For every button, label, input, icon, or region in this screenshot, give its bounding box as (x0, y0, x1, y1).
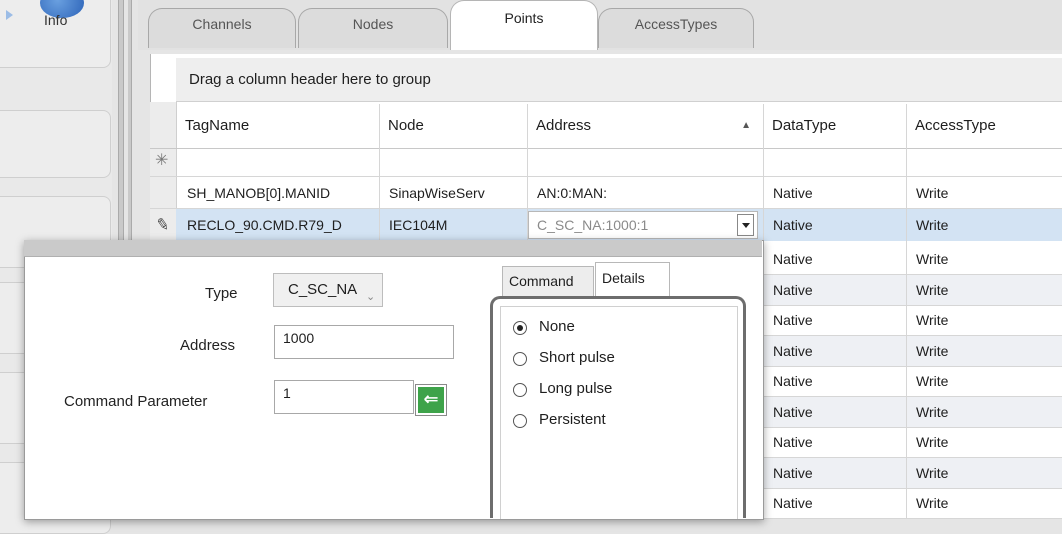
cell-accesstype[interactable]: Write (907, 488, 1061, 518)
tab-label: Points (504, 10, 544, 26)
apply-arrow-button[interactable]: ⇐ (415, 384, 447, 416)
dropdown-arrow-icon[interactable] (737, 214, 754, 236)
cell-accesstype[interactable]: Write (907, 178, 1061, 208)
cell-accesstype[interactable]: Write (907, 275, 1061, 305)
popup-titlebar (24, 240, 762, 257)
cell-datatype[interactable]: Native (764, 336, 906, 366)
cell-address[interactable]: AN:0:MAN: (528, 178, 762, 208)
cell-datatype[interactable]: Native (764, 178, 906, 208)
cell-datatype[interactable]: Native (764, 397, 906, 427)
nav-button-2[interactable] (0, 110, 111, 178)
column-header-tagname[interactable]: TagName (176, 104, 379, 148)
chevron-down-icon: ⌄ (366, 291, 376, 303)
cell-datatype[interactable]: Native (764, 305, 906, 335)
type-select-value: C_SC_NA (288, 281, 358, 298)
column-header-datatype[interactable]: DataType (763, 104, 906, 148)
radio-persistent[interactable] (513, 414, 527, 428)
address-label: Address (180, 337, 236, 354)
header-label: AccessType (915, 117, 996, 134)
header-label: DataType (772, 117, 837, 134)
tab-label: Details (602, 270, 645, 286)
type-label: Type (205, 285, 238, 302)
cell-accesstype[interactable]: Write (907, 210, 1061, 240)
cell-datatype[interactable]: Native (764, 488, 906, 518)
arrow-left-icon: ⇐ (423, 389, 439, 409)
cell-datatype[interactable]: Native (764, 244, 906, 274)
radio-none-label[interactable]: None (539, 318, 575, 335)
cell-node[interactable]: SinapWiseServ (380, 178, 526, 208)
cell-tagname[interactable]: RECLO_90.CMD.R79_D (178, 210, 378, 240)
tab-points[interactable]: Points (450, 0, 598, 50)
column-header-address[interactable]: Address ▲ (527, 104, 763, 148)
radio-long-pulse[interactable] (513, 383, 527, 397)
cell-accesstype[interactable]: Write (907, 336, 1061, 366)
tab-details[interactable]: Details (595, 262, 670, 296)
col-divider (906, 104, 907, 518)
tab-label: Command (509, 273, 574, 289)
nav-arrow-icon (6, 10, 13, 20)
tab-channels[interactable]: Channels (148, 8, 296, 48)
cell-accesstype[interactable]: Write (907, 305, 1061, 335)
sort-ascending-icon: ▲ (741, 120, 751, 131)
cell-accesstype[interactable]: Write (907, 397, 1061, 427)
command-parameter-label: Command Parameter (64, 393, 208, 410)
info-label: Info (44, 12, 68, 28)
cell-accesstype[interactable]: Write (907, 427, 1061, 457)
new-row-icon: ✳ (155, 152, 169, 169)
cell-datatype[interactable]: Native (764, 458, 906, 488)
tab-accesstypes[interactable]: AccessTypes (598, 8, 754, 48)
address-combo[interactable]: C_SC_NA:1000:1 (528, 211, 758, 239)
col-divider (527, 104, 528, 240)
address-field[interactable]: 1000 (274, 325, 454, 359)
column-header-node[interactable]: Node (379, 104, 527, 148)
column-header-accesstype[interactable]: AccessType (906, 104, 1062, 148)
radio-short-pulse-label[interactable]: Short pulse (539, 349, 615, 366)
cell-datatype[interactable]: Native (764, 275, 906, 305)
group-panel[interactable]: Drag a column header here to group (176, 58, 1062, 102)
cell-datatype[interactable]: Native (764, 210, 906, 240)
tab-label: Channels (192, 16, 252, 32)
radio-none[interactable] (513, 321, 527, 335)
radio-long-pulse-label[interactable]: Long pulse (539, 380, 612, 397)
radio-short-pulse[interactable] (513, 352, 527, 366)
cell-node[interactable]: IEC104M (380, 210, 526, 240)
cell-accesstype[interactable]: Write (907, 458, 1061, 488)
cell-accesstype[interactable]: Write (907, 244, 1061, 274)
header-label: Node (388, 117, 424, 134)
cell-datatype[interactable]: Native (764, 427, 906, 457)
radio-persistent-label[interactable]: Persistent (539, 411, 606, 428)
pulse-options-panel (500, 306, 738, 519)
header-label: Address (536, 117, 592, 134)
tab-command[interactable]: Command (502, 266, 594, 296)
command-parameter-field[interactable]: 1 (274, 380, 414, 414)
row-divider (763, 518, 1062, 519)
tab-strip: Channels Nodes Points AccessTypes (138, 0, 1062, 50)
cell-accesstype[interactable]: Write (907, 366, 1061, 396)
header-label: TagName (185, 117, 250, 134)
tab-nodes[interactable]: Nodes (298, 8, 448, 48)
cell-datatype[interactable]: Native (764, 366, 906, 396)
tab-label: Nodes (352, 16, 394, 32)
cell-tagname[interactable]: SH_MANOB[0].MANID (178, 178, 378, 208)
tab-label: AccessTypes (634, 16, 718, 32)
new-row[interactable] (176, 149, 1062, 176)
col-divider (379, 104, 380, 240)
